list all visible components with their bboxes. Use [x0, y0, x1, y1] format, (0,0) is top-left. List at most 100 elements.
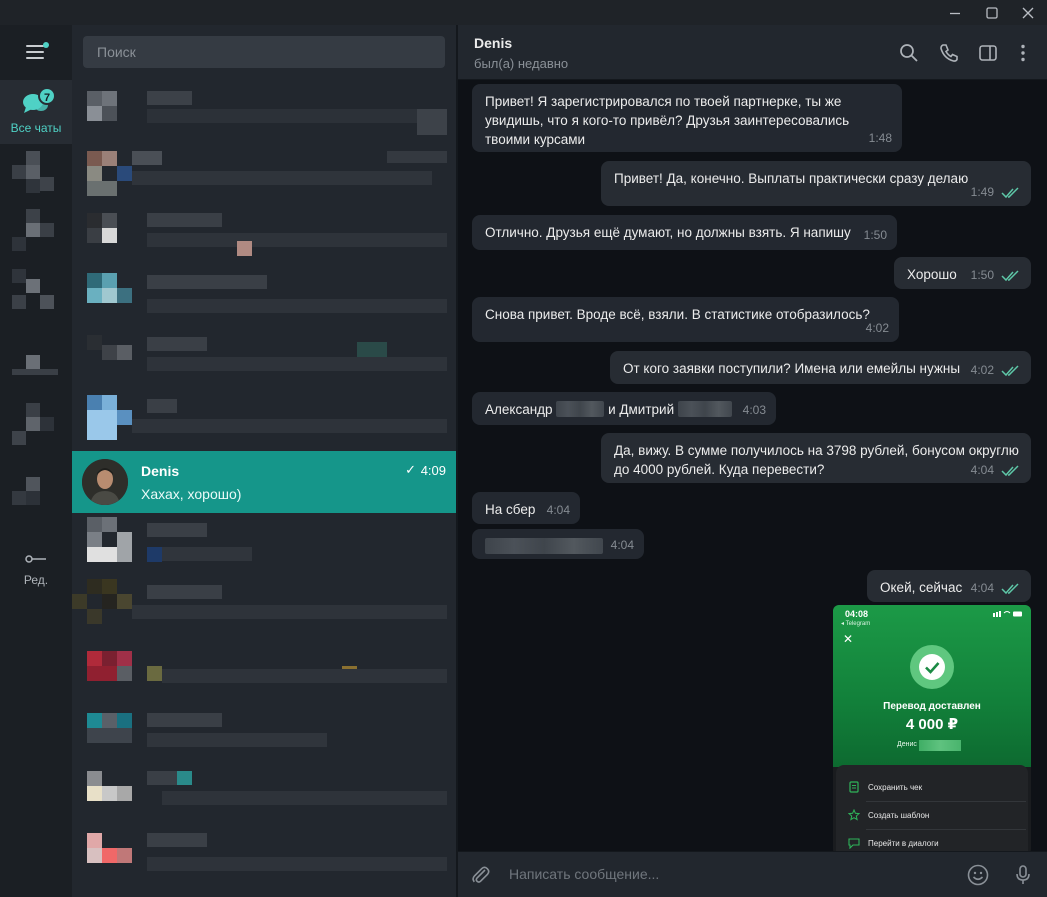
message-text: Окей, сейчас: [880, 580, 963, 595]
folder-item[interactable]: [10, 335, 62, 387]
receipt-action-template: Создать шаблон: [868, 811, 930, 820]
message-text: Александр и Дмитрий: [485, 400, 763, 419]
chat-row[interactable]: [72, 823, 456, 885]
star-icon: [848, 809, 860, 821]
folder-item[interactable]: [10, 147, 62, 199]
phone-status-icons: [993, 611, 1022, 617]
minimize-icon[interactable]: [944, 2, 966, 24]
search-input[interactable]: Поиск: [83, 36, 445, 68]
message-time: 4:03: [742, 403, 766, 417]
chat-row[interactable]: [72, 203, 456, 265]
message-text: Да, вижу. В сумме получилось на 3798 руб…: [614, 443, 1019, 477]
message-text: Отлично. Друзья ещё думают, но должны вз…: [485, 225, 851, 240]
avatar: [82, 459, 128, 505]
message-incoming[interactable]: Привет! Я зарегистрировался по твоей пар…: [472, 84, 902, 152]
chat-row[interactable]: [72, 699, 456, 761]
message-incoming[interactable]: На сбер 4:04: [472, 492, 580, 524]
search-placeholder: Поиск: [97, 44, 136, 60]
double-check-icon: [1001, 270, 1019, 282]
name-second: и Дмитрий: [608, 402, 675, 417]
receipt-icon: [849, 781, 859, 793]
sliders-icon: [25, 555, 46, 563]
message-time: 1:49: [970, 185, 994, 199]
message-area[interactable]: Привет! Я зарегистрировался по твоей пар…: [458, 80, 1047, 851]
chat-row[interactable]: [72, 575, 456, 637]
message-incoming[interactable]: Снова привет. Вроде всё, взяли. В статис…: [472, 297, 899, 342]
name-first: Александр: [485, 402, 553, 417]
chat-row[interactable]: [72, 141, 456, 203]
message-time: 4:04: [970, 463, 994, 477]
photo-message-receipt[interactable]: 04:08 ◂ Telegram ✕ Перевод доставлен 4 0…: [833, 605, 1031, 851]
chat-title[interactable]: Denis: [474, 35, 512, 51]
message-time: 4:02: [970, 363, 994, 377]
receipt-header: 04:08 ◂ Telegram ✕ Перевод доставлен 4 0…: [833, 605, 1031, 767]
receipt-action-dialogs: Перейти в диалоги: [868, 839, 939, 848]
receipt-action-save: Сохранить чек: [868, 783, 923, 792]
message-incoming[interactable]: Александр и Дмитрий 4:03: [472, 392, 776, 425]
message-time: 4:02: [865, 321, 889, 335]
folder-item[interactable]: [10, 209, 62, 261]
message-time: 4:04: [970, 581, 994, 595]
chat-row[interactable]: [72, 389, 456, 451]
unread-badge: 7: [38, 87, 56, 105]
edit-folders-button[interactable]: Ред.: [0, 552, 72, 592]
chat-row[interactable]: [72, 327, 456, 389]
close-icon[interactable]: [1017, 2, 1039, 24]
phone-icon[interactable]: [938, 42, 960, 64]
chat-row[interactable]: [72, 79, 456, 141]
folder-item[interactable]: [10, 269, 62, 321]
message-time: 1:50: [863, 228, 887, 242]
menu-icon[interactable]: [26, 42, 49, 59]
message-incoming[interactable]: Отлично. Друзья ещё думают, но должны вз…: [472, 215, 897, 250]
message-text: От кого заявки поступили? Имена или емей…: [623, 361, 961, 376]
folder-item[interactable]: [10, 471, 62, 523]
message-input[interactable]: Написать сообщение...: [509, 866, 659, 882]
message-time: 1:50: [970, 268, 994, 282]
message-composer: Написать сообщение...: [458, 851, 1047, 897]
message-time: 4:04: [546, 503, 570, 517]
message-outgoing[interactable]: Хорошо 1:50: [894, 257, 1031, 289]
chat-row[interactable]: [72, 513, 456, 575]
folders-rail: 7 Все чаты Ред.: [0, 25, 72, 897]
redacted-text: [556, 401, 605, 417]
microphone-icon[interactable]: [1011, 863, 1035, 887]
maximize-icon[interactable]: [981, 2, 1003, 24]
sidebar-toggle-icon[interactable]: [977, 42, 999, 64]
chat-row[interactable]: [72, 265, 456, 327]
chat-list: Поиск Denis Хахах, хорошо) ✓ 4:09: [72, 25, 456, 897]
folder-item[interactable]: [10, 399, 62, 451]
receipt-title: Перевод доставлен: [883, 701, 981, 712]
redacted-text: [919, 740, 961, 751]
receipt-source: ◂ Telegram: [841, 621, 871, 627]
more-options-icon[interactable]: [1012, 42, 1034, 64]
emoji-icon[interactable]: [966, 863, 990, 887]
read-check-icon: ✓: [405, 462, 416, 477]
chat-icon: [848, 838, 860, 849]
message-outgoing[interactable]: Да, вижу. В сумме получилось на 3798 руб…: [601, 433, 1031, 483]
message-incoming[interactable]: 4:04: [472, 529, 644, 559]
receipt-actions: Сохранить чек Создать шаблон Перейти в д…: [836, 765, 1028, 851]
message-text: Снова привет. Вроде всё, взяли. В статис…: [485, 307, 870, 322]
receipt-close-icon: ✕: [843, 632, 854, 646]
window-titlebar: [0, 0, 1047, 25]
attach-icon[interactable]: [468, 863, 492, 887]
chat-name: Denis: [141, 463, 180, 479]
message-outgoing[interactable]: Окей, сейчас 4:04: [867, 570, 1031, 602]
double-check-icon: [1001, 365, 1019, 377]
receipt-phone-time: 04:08: [845, 609, 869, 619]
chat-preview: Хахах, хорошо): [141, 486, 242, 502]
message-time: 1:48: [868, 131, 892, 145]
message-outgoing[interactable]: Привет! Да, конечно. Выплаты практически…: [601, 161, 1031, 206]
message-outgoing[interactable]: От кого заявки поступили? Имена или емей…: [610, 351, 1031, 384]
chat-row[interactable]: [72, 761, 456, 823]
double-check-icon: [1001, 583, 1019, 595]
edit-folders-label: Ред.: [23, 573, 49, 587]
message-text: Привет! Я зарегистрировался по твоей пар…: [485, 94, 850, 147]
chat-row-denis[interactable]: Denis Хахах, хорошо) ✓ 4:09: [72, 451, 456, 513]
chat-row[interactable]: [72, 637, 456, 699]
double-check-icon: [1001, 465, 1019, 477]
folder-all-chats[interactable]: 7 Все чаты: [0, 80, 72, 144]
redacted-text: [677, 401, 732, 417]
search-icon[interactable]: [898, 42, 920, 64]
notification-dot: [43, 42, 49, 48]
